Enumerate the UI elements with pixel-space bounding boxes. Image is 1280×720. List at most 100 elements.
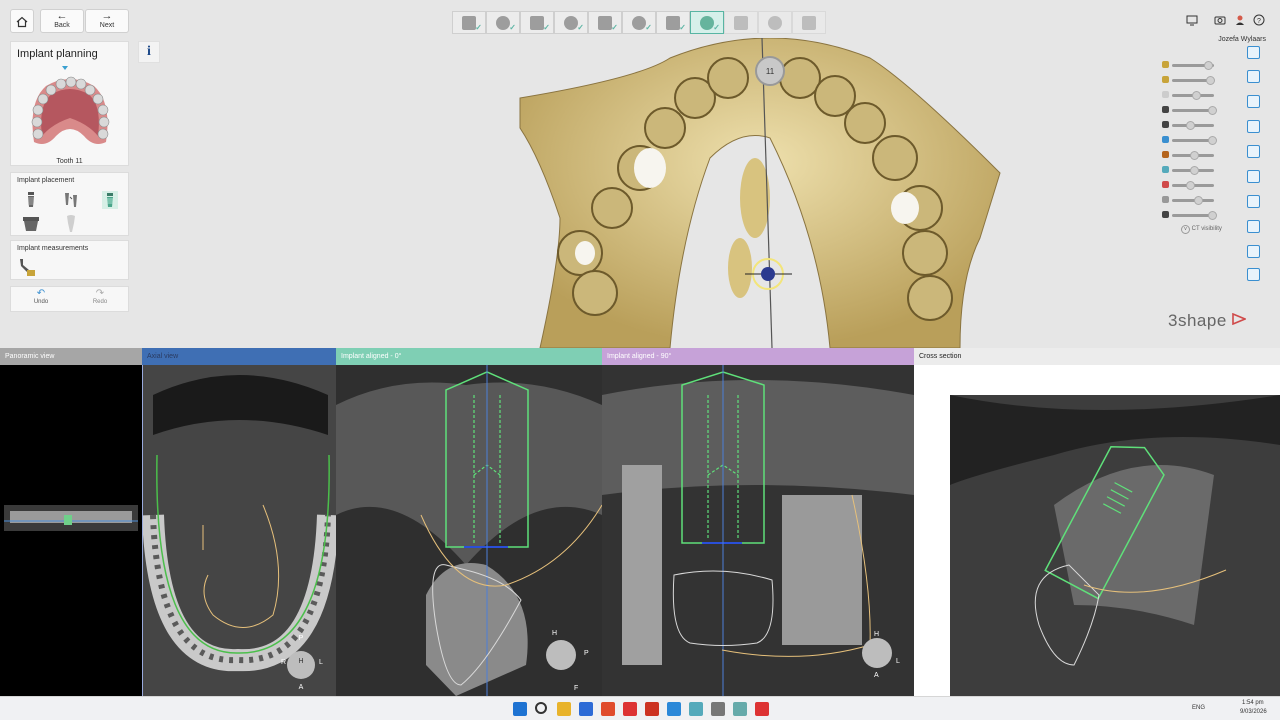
layer-3-slider[interactable] bbox=[1172, 106, 1217, 115]
layer-4-icon[interactable] bbox=[1162, 121, 1169, 128]
home-button[interactable] bbox=[10, 9, 34, 33]
redo-button[interactable]: ↷ Redo bbox=[88, 289, 112, 306]
monitor-icon[interactable] bbox=[1186, 14, 1198, 26]
layer-0-slider[interactable] bbox=[1172, 61, 1214, 70]
slider-knob[interactable] bbox=[1193, 196, 1203, 205]
layer-1-slider[interactable] bbox=[1172, 76, 1216, 85]
aligned90-view-header[interactable]: Implant aligned - 90° bbox=[602, 348, 914, 365]
edge-taskbar-icon[interactable] bbox=[579, 702, 593, 716]
start-taskbar-icon[interactable] bbox=[513, 702, 527, 716]
workflow-step-guide[interactable] bbox=[724, 11, 758, 34]
jaw-thumbnail[interactable] bbox=[24, 72, 116, 152]
copy-3-icon[interactable] bbox=[1247, 95, 1260, 108]
panoramic-viewport[interactable] bbox=[0, 365, 142, 696]
layer-7-slider[interactable] bbox=[1172, 166, 1214, 175]
layer-10-icon[interactable] bbox=[1162, 211, 1169, 218]
back-button[interactable]: ← Back bbox=[40, 9, 84, 33]
undo-button[interactable]: ↶ Undo bbox=[29, 289, 53, 306]
layer-9-slider[interactable] bbox=[1172, 196, 1214, 205]
slider-knob[interactable] bbox=[1208, 211, 1217, 220]
slider-knob[interactable] bbox=[1190, 151, 1199, 160]
implant-selected-icon[interactable] bbox=[99, 189, 121, 211]
tray-date[interactable]: 9/03/2026 bbox=[1240, 709, 1267, 715]
bulb-icon[interactable] bbox=[1247, 220, 1260, 233]
workflow-step-segment[interactable]: ✓ bbox=[588, 11, 622, 34]
workflow-step-finish[interactable] bbox=[792, 11, 826, 34]
layer-4-slider[interactable] bbox=[1172, 121, 1214, 130]
next-button[interactable]: → Next bbox=[85, 9, 129, 33]
camera-icon[interactable] bbox=[1214, 14, 1226, 26]
pdf-taskbar-icon[interactable] bbox=[645, 702, 659, 716]
copy-4-icon[interactable] bbox=[1247, 120, 1260, 133]
workflow-step-implant[interactable]: ✓ bbox=[690, 11, 724, 34]
slider-knob[interactable] bbox=[1208, 106, 1217, 115]
panoramic-view-header[interactable]: Panoramic view bbox=[0, 348, 142, 365]
manipulator-handle[interactable] bbox=[761, 267, 775, 281]
slider-knob[interactable] bbox=[1208, 136, 1217, 145]
workflow-step-clipboard[interactable]: ✓ bbox=[452, 11, 486, 34]
slider-knob[interactable] bbox=[1206, 76, 1216, 85]
copy-1-icon[interactable] bbox=[1247, 46, 1260, 59]
app-c-taskbar-icon[interactable] bbox=[733, 702, 747, 716]
layer-6-icon[interactable] bbox=[1162, 151, 1169, 158]
implant-pair-icon[interactable] bbox=[60, 189, 82, 211]
layer-9-icon[interactable] bbox=[1162, 196, 1169, 203]
workflow-step-implant-place[interactable]: ✓ bbox=[656, 11, 690, 34]
layer-3-icon[interactable] bbox=[1162, 106, 1169, 113]
implant-icon[interactable] bbox=[20, 189, 42, 211]
layer-2-icon[interactable] bbox=[1162, 91, 1169, 98]
ct-visibility-toggle[interactable]: v CT visibility bbox=[1181, 225, 1222, 234]
copy-2-icon[interactable] bbox=[1247, 70, 1260, 83]
slider-knob[interactable] bbox=[1191, 91, 1201, 100]
measure-icon[interactable] bbox=[16, 256, 38, 278]
layer-0-icon[interactable] bbox=[1162, 61, 1169, 68]
workflow-step-scan-import[interactable]: ✓ bbox=[486, 11, 520, 34]
slider-knob[interactable] bbox=[1186, 181, 1196, 190]
tray-lang[interactable]: ENG bbox=[1192, 705, 1205, 711]
tray-time[interactable]: 1:54 pm bbox=[1242, 700, 1264, 706]
files-taskbar-icon[interactable] bbox=[557, 702, 571, 716]
aligned0-viewport[interactable]: H P F bbox=[336, 365, 602, 696]
layer-1-icon[interactable] bbox=[1162, 76, 1169, 83]
aligned90-viewport[interactable]: H L A bbox=[602, 365, 914, 696]
cross-section-viewport[interactable] bbox=[914, 365, 1280, 696]
layer-5-slider[interactable] bbox=[1172, 136, 1217, 145]
3d-scene[interactable]: 11 bbox=[500, 38, 1060, 348]
screen-icon[interactable] bbox=[1247, 268, 1260, 281]
info-button[interactable]: i bbox=[138, 41, 160, 63]
workflow-step-crown[interactable]: ✓ bbox=[622, 11, 656, 34]
layer-6-slider[interactable] bbox=[1172, 151, 1214, 160]
acrobat-taskbar-icon[interactable] bbox=[623, 702, 637, 716]
workflow-step-align[interactable]: ✓ bbox=[520, 11, 554, 34]
layer-2-slider[interactable] bbox=[1172, 91, 1214, 100]
app-a-taskbar-icon[interactable] bbox=[689, 702, 703, 716]
layer-7-icon[interactable] bbox=[1162, 166, 1169, 173]
copy-6-icon[interactable] bbox=[1247, 170, 1260, 183]
mail-taskbar-icon[interactable] bbox=[667, 702, 681, 716]
workflow-step-export[interactable] bbox=[758, 11, 792, 34]
slider-knob[interactable] bbox=[1186, 121, 1196, 130]
layer-8-slider[interactable] bbox=[1172, 181, 1214, 190]
search-taskbar-icon[interactable] bbox=[535, 702, 547, 714]
layer-5-icon[interactable] bbox=[1162, 136, 1169, 143]
slider-knob[interactable] bbox=[1190, 166, 1199, 175]
chrome-taskbar-icon[interactable] bbox=[601, 702, 615, 716]
layer-8-icon[interactable] bbox=[1162, 181, 1169, 188]
aligned0-view-header[interactable]: Implant aligned - 0° bbox=[336, 348, 602, 365]
workflow-step-model[interactable]: ✓ bbox=[554, 11, 588, 34]
tooth-view-icon[interactable] bbox=[1247, 195, 1260, 208]
axial-view-header[interactable]: Axial view bbox=[142, 348, 336, 365]
axial-viewport[interactable]: P R H L A bbox=[142, 365, 336, 696]
camera-small-icon[interactable] bbox=[1247, 245, 1260, 258]
tooth-icon[interactable] bbox=[60, 213, 82, 235]
cross-section-header[interactable]: Cross section bbox=[914, 348, 1280, 365]
user-icon[interactable] bbox=[1234, 14, 1246, 26]
layer-10-slider[interactable] bbox=[1172, 211, 1217, 220]
abutment-icon[interactable] bbox=[20, 213, 42, 235]
panoramic-strip bbox=[4, 505, 138, 531]
copy-5-icon[interactable] bbox=[1247, 145, 1260, 158]
app-b-taskbar-icon[interactable] bbox=[711, 702, 725, 716]
help-icon[interactable]: ? bbox=[1253, 14, 1265, 26]
slider-knob[interactable] bbox=[1204, 61, 1214, 70]
3shape-taskbar-icon[interactable] bbox=[755, 702, 769, 716]
